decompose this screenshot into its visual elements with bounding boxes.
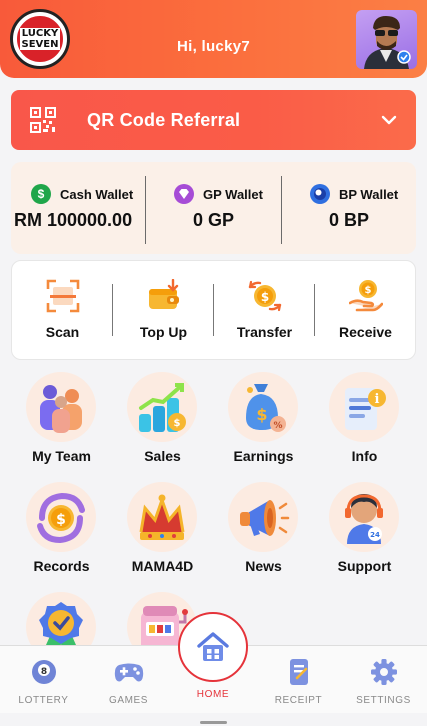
megaphone-icon [240,500,290,536]
nav-item-settings[interactable]: SETTINGS [341,646,426,714]
transfer-label: Transfer [236,324,293,340]
quick-actions-panel: Scan Top Up $ Transfer $ Receive [11,260,416,360]
menu-item-news[interactable]: News [213,482,314,592]
menu-label-sales: Sales [144,448,181,464]
menu-label-earnings: Earnings [233,448,294,464]
dollar-circle-icon: $ [31,184,51,204]
support-agent-icon: 24 [345,494,383,544]
svg-text:24: 24 [370,531,380,539]
nav-item-receipt[interactable]: RECEIPT [256,646,341,714]
menu-item-sales[interactable]: $ Sales [112,372,213,482]
home-icon [197,632,229,661]
menu-label-mama4d: MAMA4D [131,558,194,574]
svg-text:$: $ [261,290,269,304]
avatar[interactable] [356,10,417,69]
menu-label-info: Info [351,448,378,464]
nav-label-settings: SETTINGS [356,695,411,706]
bp-wallet-label: BP Wallet [339,186,399,202]
qr-code-icon [30,107,56,133]
menu-item-my-team[interactable]: My Team [11,372,112,482]
menu-label-news: News [245,558,282,574]
svg-text:8: 8 [41,667,47,677]
app-header: LUCKY SEVEN Hi, lucky7 [0,0,427,78]
menu-label-records: Records [33,558,90,574]
wallet-panel: $ Cash Wallet RM 100000.00 GP Wallet 0 G… [11,162,416,254]
nav-item-lottery[interactable]: 8 LOTTERY [1,646,86,714]
scan-icon [46,279,80,313]
crown-icon [139,494,185,540]
sales-chart-icon: $ [139,383,186,432]
nav-item-home[interactable] [178,612,248,682]
svg-text:$: $ [256,405,267,424]
bp-wallet[interactable]: BP Wallet 0 BP [282,162,416,254]
menu-label-my-team: My Team [32,448,91,464]
svg-text:$: $ [365,285,372,296]
team-icon [40,385,82,433]
svg-text:i: i [375,392,380,407]
gp-wallet[interactable]: GP Wallet 0 GP [146,162,281,254]
home-indicator-bar [200,721,227,724]
gem-icon [174,184,194,204]
gamepad-icon [114,663,144,682]
receive-button[interactable]: $ Receive [315,261,416,361]
coin-transfer-icon: $ [248,280,282,312]
gp-wallet-label: GP Wallet [203,186,263,202]
gear-icon [371,659,397,685]
nav-label-receipt: RECEIPT [274,695,323,706]
receive-label: Receive [339,324,392,340]
hand-coin-icon: $ [349,280,383,312]
coin-records-icon: $ [37,492,85,544]
menu-item-support[interactable]: 24 Support [314,482,415,592]
qr-referral-title: QR Code Referral [87,110,241,130]
cash-wallet-label: Cash Wallet [60,186,134,202]
menu-item-records[interactable]: $ Records [11,482,112,592]
money-bag-icon: $ % [246,384,286,432]
receipt-icon [290,659,308,685]
menu-item-mama4d[interactable]: MAMA4D [112,482,213,592]
cash-wallet-amount: RM 100000.00 [14,210,133,230]
nav-label-home: HOME [196,689,230,700]
cash-wallet[interactable]: $ Cash Wallet RM 100000.00 [11,162,145,254]
qr-code-referral-bar[interactable]: QR Code Referral [11,90,416,150]
menu-item-earnings[interactable]: $ % Earnings [213,372,314,482]
scan-button[interactable]: Scan [12,261,113,361]
billiard-ball-icon [310,184,330,204]
top-up-label: Top Up [139,324,188,340]
gp-wallet-amount: 0 GP [193,210,235,230]
svg-text:$: $ [56,512,66,528]
scan-label: Scan [45,324,80,340]
info-document-icon: i [345,388,386,430]
chevron-down-icon[interactable] [381,112,397,128]
nav-label-lottery: LOTTERY [18,695,69,706]
nav-item-games[interactable]: GAMES [86,646,171,714]
menu-item-info[interactable]: i Info [314,372,415,482]
bp-wallet-amount: 0 BP [329,210,370,230]
top-up-button[interactable]: Top Up [113,261,214,361]
menu-label-support: Support [337,558,392,574]
nav-label-games: GAMES [108,695,149,706]
svg-text:%: % [273,421,282,431]
transfer-button[interactable]: $ Transfer [214,261,315,361]
billiard-ball-icon: 8 [32,660,56,684]
wallet-topup-icon [149,279,179,309]
svg-text:$: $ [174,418,181,429]
